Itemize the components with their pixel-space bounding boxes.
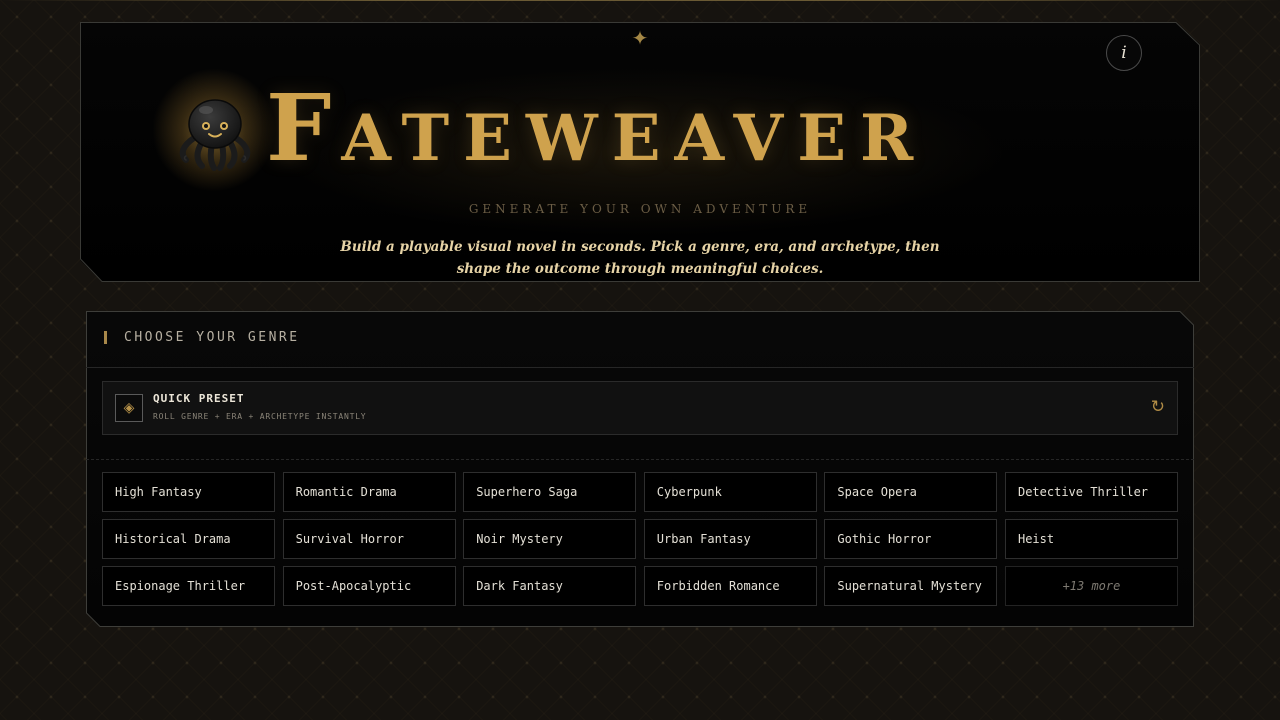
star-ornament-icon: ✦ <box>631 26 649 50</box>
genre-option[interactable]: Survival Horror <box>282 519 456 559</box>
section-title: CHOOSE YOUR GENRE <box>124 330 300 345</box>
brand-title-initial: F <box>266 74 342 182</box>
info-button[interactable]: i <box>1106 35 1142 71</box>
genre-option[interactable]: Post-Apocalyptic <box>282 566 456 606</box>
genre-option[interactable]: Space Opera <box>824 472 998 512</box>
genre-option[interactable]: High Fantasy <box>102 472 275 512</box>
genre-option[interactable]: Espionage Thriller <box>102 566 275 606</box>
genre-option[interactable]: Supernatural Mystery <box>824 566 998 606</box>
reroll-icon[interactable]: ↻ <box>1151 397 1165 417</box>
genre-option[interactable]: Historical Drama <box>102 519 275 559</box>
genre-option[interactable]: Dark Fantasy <box>463 566 637 606</box>
more-genres-button[interactable]: +13 more <box>1004 566 1178 606</box>
octopus-icon <box>172 88 256 172</box>
section-accent-bar <box>104 331 107 344</box>
genre-grid: High Fantasy Romantic Drama Superhero Sa… <box>102 472 1178 606</box>
tagline: GENERATE YOUR OWN ADVENTURE <box>468 202 812 216</box>
intro-text: Build a playable visual novel in seconds… <box>340 239 940 277</box>
top-accent-line <box>0 0 1280 1</box>
brand-title: FATEWEAVER <box>266 78 1106 178</box>
genre-option[interactable]: Cyberpunk <box>643 472 817 512</box>
panel-divider <box>86 367 1194 368</box>
genre-option[interactable]: Superhero Saga <box>463 472 637 512</box>
quick-preset-button[interactable]: ◈ QUICK PRESET ROLL GENRE + ERA + ARCHET… <box>102 381 1178 435</box>
dashed-divider <box>86 459 1194 460</box>
diamond-icon: ◈ <box>115 394 143 422</box>
genre-option[interactable]: Gothic Horror <box>824 519 998 559</box>
genre-option[interactable]: Forbidden Romance <box>643 566 817 606</box>
genre-option[interactable]: Noir Mystery <box>463 519 637 559</box>
brand-title-rest: ATEWEAVER <box>341 101 928 176</box>
quick-preset-title: QUICK PRESET <box>153 392 245 405</box>
genre-option[interactable]: Detective Thriller <box>1004 472 1178 512</box>
genre-option[interactable]: Urban Fantasy <box>643 519 817 559</box>
genre-option[interactable]: Romantic Drama <box>282 472 456 512</box>
quick-preset-subtitle: ROLL GENRE + ERA + ARCHETYPE INSTANTLY <box>153 412 367 421</box>
genre-option[interactable]: Heist <box>1004 519 1178 559</box>
